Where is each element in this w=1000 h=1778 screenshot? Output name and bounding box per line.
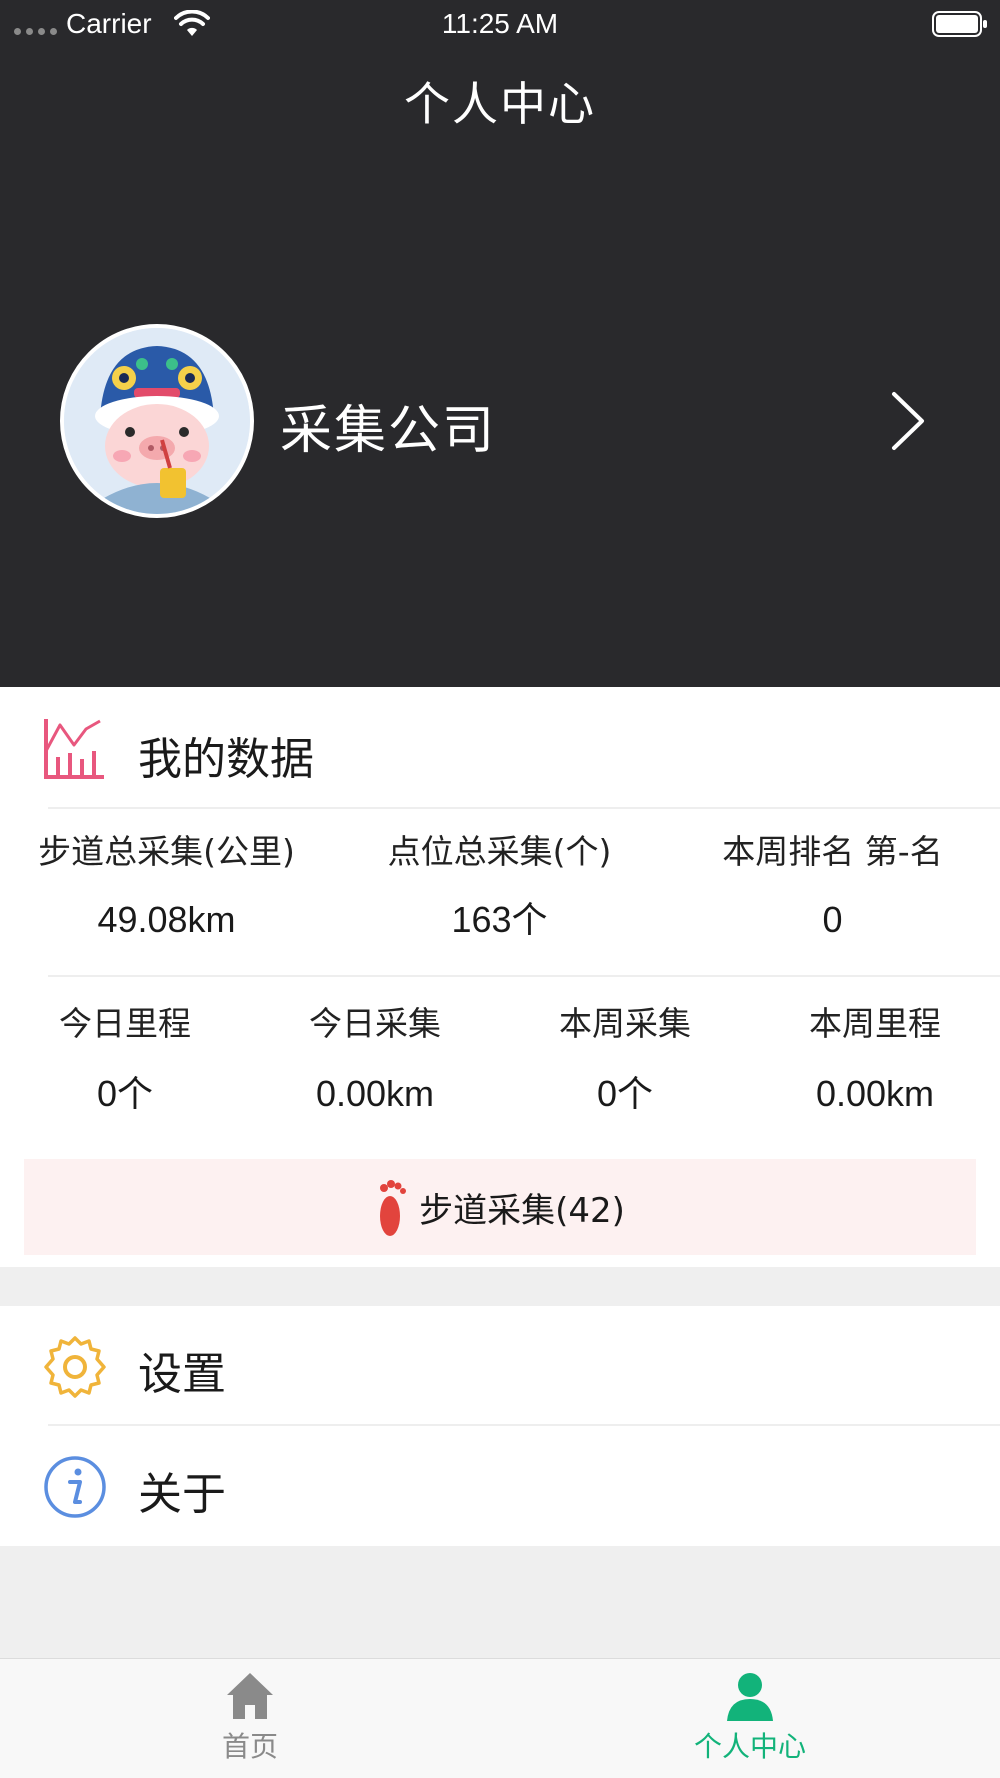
my-data-card: 我的数据 步道总采集(公里) 49.08km 点位总采集(个) 163个 本周排… (0, 687, 1000, 1267)
menu-item-about[interactable]: 关于 (0, 1426, 1000, 1544)
stat-label: 今日里程 (59, 1004, 191, 1043)
chevron-right-icon[interactable] (886, 388, 930, 454)
divider (48, 975, 1000, 977)
status-bar: Carrier 11:25 AM (0, 0, 1000, 48)
stat-label: 今日采集 (309, 1004, 441, 1043)
gear-icon (44, 1336, 106, 1398)
menu-item-settings[interactable]: 设置 (0, 1306, 1000, 1424)
stat-week-collect: 本周采集 0个 (500, 999, 750, 1119)
avatar-image (64, 328, 250, 514)
avatar[interactable] (60, 324, 254, 518)
stat-label: 本周采集 (559, 1004, 691, 1043)
stat-today-mileage: 今日里程 0个 (0, 999, 250, 1119)
tab-bar: 首页 个人中心 (0, 1658, 1000, 1778)
stat-week-mileage: 本周里程 0.00km (750, 999, 1000, 1119)
about-label: 关于 (138, 1469, 226, 1520)
stat-value: 0个 (596, 1073, 654, 1114)
my-data-title: 我的数据 (138, 734, 314, 785)
stat-value: 0.00km (315, 1073, 435, 1114)
profile-name: 采集公司 (280, 401, 497, 461)
stat-value: 0.00km (815, 1073, 935, 1114)
tab-home[interactable]: 首页 (0, 1659, 500, 1778)
stat-label: 点位总采集(个) (387, 832, 612, 871)
line-chart-icon (44, 719, 104, 779)
stat-total-points: 点位总采集(个) 163个 (333, 827, 666, 947)
stat-week-rank: 本周排名 第-名 0 (666, 827, 999, 947)
status-time: 11:25 AM (441, 8, 559, 39)
home-icon (227, 1673, 273, 1719)
tab-profile[interactable]: 个人中心 (500, 1659, 1000, 1778)
stat-label: 本周排名 第-名 (722, 832, 943, 871)
menu-list: 设置 关于 (0, 1306, 1000, 1546)
stat-label: 步道总采集(公里) (38, 832, 295, 871)
my-data-header: 我的数据 (0, 687, 1000, 807)
settings-label: 设置 (138, 1349, 226, 1400)
stat-today-collect: 今日采集 0.00km (250, 999, 500, 1119)
stat-value: 0 (822, 899, 843, 940)
profile-header: Carrier 11:25 AM 个人中心 采集公司 (0, 0, 1000, 687)
user-icon (727, 1673, 773, 1721)
trail-collect-button[interactable]: 步道采集(42) (24, 1159, 976, 1255)
detail-stats: 今日里程 0个 今日采集 0.00km 本周采集 0个 本周里程 0.00km (0, 999, 1000, 1119)
stat-value: 163个 (451, 899, 548, 940)
divider (48, 807, 1000, 809)
trail-collect-label: 步道采集(42) (419, 1190, 625, 1231)
tab-home-label: 首页 (221, 1730, 278, 1763)
footprint-icon (380, 1180, 407, 1236)
stat-value: 0个 (96, 1073, 154, 1114)
summary-stats: 步道总采集(公里) 49.08km 点位总采集(个) 163个 本周排名 第-名… (0, 827, 1000, 947)
profile-row[interactable]: 采集公司 (0, 320, 1000, 520)
page-title: 个人中心 (404, 77, 596, 131)
battery-icon (932, 11, 987, 37)
tab-profile-label: 个人中心 (693, 1730, 806, 1763)
stat-label: 本周里程 (809, 1004, 941, 1043)
stat-total-trail: 步道总采集(公里) 49.08km (0, 827, 333, 947)
stat-value: 49.08km (97, 899, 236, 940)
info-icon (44, 1456, 106, 1518)
